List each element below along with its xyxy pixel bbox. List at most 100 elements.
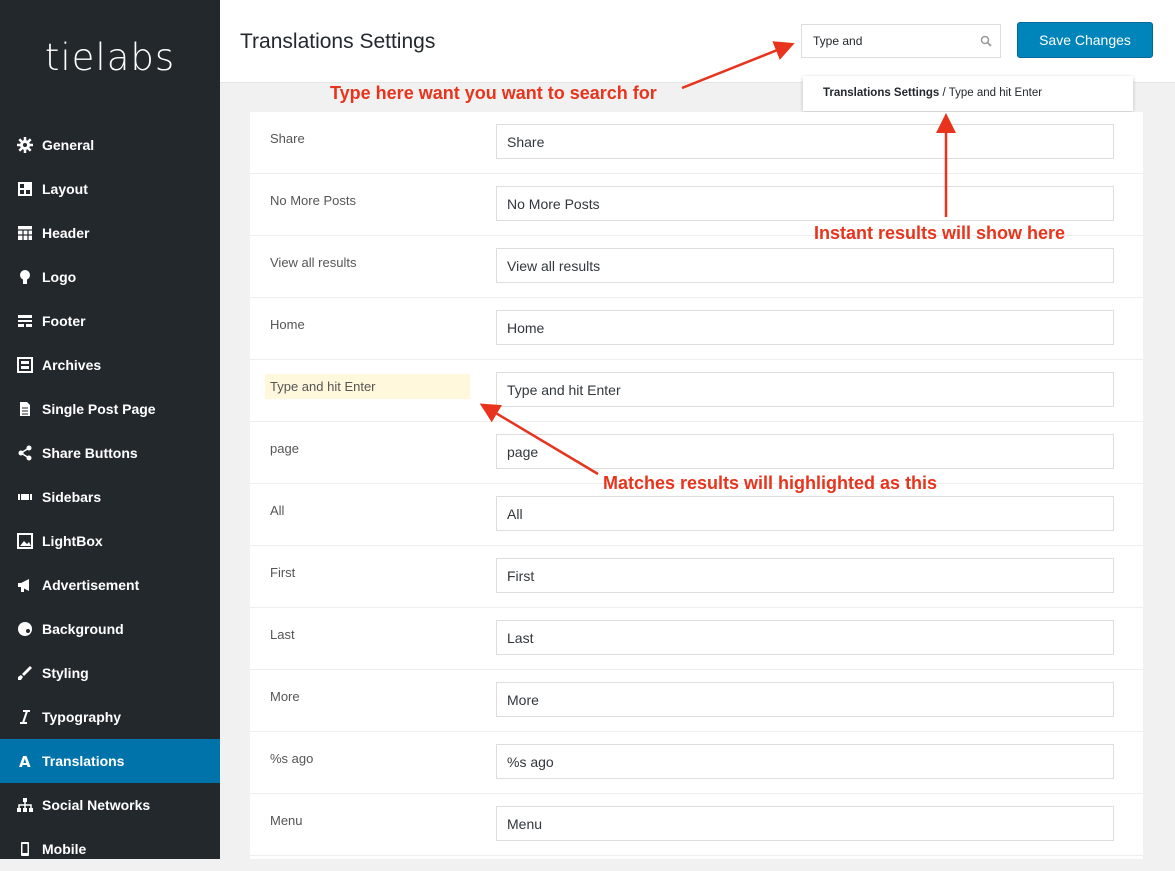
setting-label: No More Posts	[270, 193, 356, 208]
sidebar-item-styling[interactable]: Styling	[0, 651, 220, 695]
lightbulb-icon	[15, 267, 35, 287]
search-box[interactable]	[801, 24, 1001, 58]
search-results-dropdown: Translations Settings / Type and hit Ent…	[803, 76, 1133, 111]
sidebar-item-advertisement[interactable]: Advertisement	[0, 563, 220, 607]
brush-icon	[15, 663, 35, 683]
search-icon[interactable]	[980, 35, 992, 47]
sidebar-item-label: Archives	[42, 357, 102, 373]
megaphone-icon	[15, 575, 35, 595]
sidebar-item-label: Logo	[42, 269, 77, 285]
table-icon	[15, 223, 35, 243]
sidebar-item-label: LightBox	[42, 533, 103, 549]
setting-label: View all results	[270, 255, 357, 270]
annotation-results-hint: Instant results will show here	[814, 223, 1066, 243]
setting-label: %s ago	[270, 751, 314, 766]
setting-label: First	[270, 565, 296, 580]
sidebar-item-label: Sidebars	[42, 489, 102, 505]
setting-input[interactable]	[496, 558, 1114, 593]
setting-input[interactable]	[496, 372, 1114, 407]
search-input[interactable]	[802, 25, 973, 57]
sidebar-menu: General Layout Header Logo Footer Archives Sin…	[0, 123, 220, 871]
setting-input[interactable]	[496, 310, 1114, 345]
annotation-search-hint: Type here want you want to search for	[330, 83, 657, 103]
sidebars-icon	[15, 487, 35, 507]
setting-input[interactable]	[496, 248, 1114, 283]
setting-label: More	[270, 689, 300, 704]
setting-row: Share	[250, 112, 1143, 174]
sidebar-item-footer[interactable]: Footer	[0, 299, 220, 343]
setting-label: Type and hit Enter	[265, 374, 470, 399]
setting-row: Type and hit Enter	[250, 360, 1143, 422]
sidebar-item-label: Social Networks	[42, 797, 151, 813]
setting-input[interactable]	[496, 186, 1114, 221]
svg-text:A: A	[19, 753, 31, 770]
setting-row: Menu	[250, 794, 1143, 856]
setting-label: All	[270, 503, 285, 518]
setting-label: page	[270, 441, 299, 456]
setting-label: Menu	[270, 813, 303, 828]
sidebar-item-label: Advertisement	[42, 577, 140, 593]
sidebar-item-label: Mobile	[42, 841, 87, 857]
top-bar: Translations Settings Save Changes	[220, 0, 1175, 83]
sidebar-item-label: Typography	[42, 709, 122, 725]
brand-logo[interactable]: tielabs	[0, 0, 220, 122]
sidebar-item-mobile[interactable]: Mobile	[0, 827, 220, 871]
sidebar-item-label: Footer	[42, 313, 86, 329]
sidebar-item-typography[interactable]: Typography	[0, 695, 220, 739]
sidebar: tielabs General Layout Header Logo Footer Arc…	[0, 0, 220, 859]
setting-input[interactable]	[496, 620, 1114, 655]
setting-row: View all results	[250, 236, 1143, 298]
sidebar-item-background[interactable]: Background	[0, 607, 220, 651]
sidebar-item-label: Styling	[42, 665, 89, 681]
sidebar-item-archives[interactable]: Archives	[0, 343, 220, 387]
sidebar-item-general[interactable]: General	[0, 123, 220, 167]
share-icon	[15, 443, 35, 463]
sitemap-icon	[15, 795, 35, 815]
sidebar-item-label: Background	[42, 621, 124, 637]
sidebar-item-social-networks[interactable]: Social Networks	[0, 783, 220, 827]
setting-row: More	[250, 670, 1143, 732]
sidebar-item-single-post-page[interactable]: Single Post Page	[0, 387, 220, 431]
setting-input[interactable]	[496, 682, 1114, 717]
sidebar-item-translations[interactable]: A Translations	[0, 739, 220, 783]
search-result-item[interactable]: Translations Settings / Type and hit Ent…	[823, 87, 1042, 99]
setting-row: %s ago	[250, 732, 1143, 794]
palette-icon	[15, 619, 35, 639]
sidebar-item-logo[interactable]: Logo	[0, 255, 220, 299]
sidebar-item-label: Header	[42, 225, 90, 241]
page-title: Translations Settings	[240, 30, 436, 53]
logo-text: tielabs	[44, 36, 176, 79]
result-match: Type and hit Enter	[948, 87, 1043, 99]
setting-input[interactable]	[496, 744, 1114, 779]
sidebar-item-label: General	[42, 137, 95, 153]
sidebar-item-label: Translations	[42, 753, 125, 769]
sidebar-item-lightbox[interactable]: LightBox	[0, 519, 220, 563]
archive-icon	[15, 355, 35, 375]
setting-input[interactable]	[496, 496, 1114, 531]
translation-icon: A	[15, 751, 35, 771]
footer-icon	[15, 311, 35, 331]
setting-label: Last	[270, 627, 295, 642]
setting-label: Share	[270, 131, 305, 146]
result-section: Translations Settings	[823, 87, 940, 99]
italic-icon	[15, 707, 35, 727]
sidebar-item-sidebars[interactable]: Sidebars	[0, 475, 220, 519]
setting-input[interactable]	[496, 806, 1114, 841]
gear-icon	[15, 135, 35, 155]
sidebar-item-header[interactable]: Header	[0, 211, 220, 255]
setting-row: First	[250, 546, 1143, 608]
setting-input[interactable]	[496, 124, 1114, 159]
save-changes-button[interactable]: Save Changes	[1017, 22, 1153, 58]
image-icon	[15, 531, 35, 551]
annotation-match-hint: Matches results will highlighted as this	[603, 473, 938, 493]
setting-row: Home	[250, 298, 1143, 360]
setting-row: Last	[250, 608, 1143, 670]
sidebar-item-share-buttons[interactable]: Share Buttons	[0, 431, 220, 475]
setting-input[interactable]	[496, 434, 1114, 469]
sidebar-item-label: Share Buttons	[42, 445, 138, 461]
mobile-icon	[15, 839, 35, 859]
layout-icon	[15, 179, 35, 199]
document-icon	[15, 399, 35, 419]
sidebar-item-label: Single Post Page	[42, 401, 156, 417]
sidebar-item-layout[interactable]: Layout	[0, 167, 220, 211]
